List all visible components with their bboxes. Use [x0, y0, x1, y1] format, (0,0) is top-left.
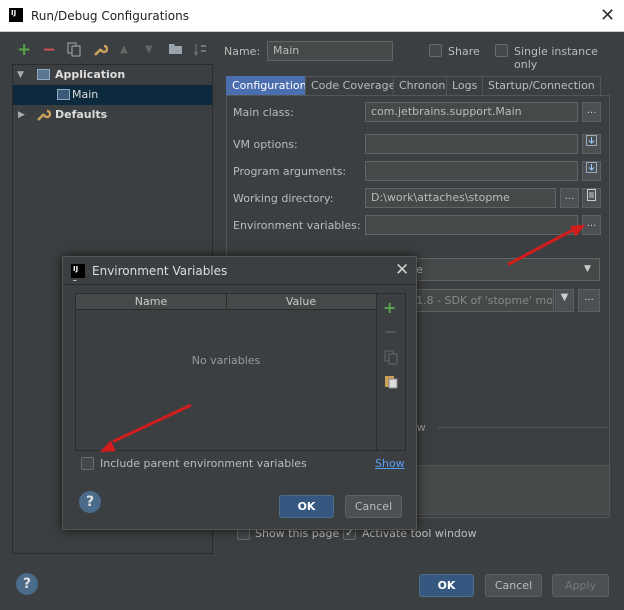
- help-icon[interactable]: ?: [79, 491, 101, 513]
- remove-icon[interactable]: −: [42, 42, 56, 59]
- tree-item-defaults[interactable]: ▶ Defaults: [13, 105, 212, 125]
- column-value[interactable]: Value: [226, 295, 376, 308]
- program-args-label: Program arguments:: [233, 165, 347, 178]
- main-class-label: Main class:: [233, 106, 294, 119]
- sort-icon[interactable]: [193, 42, 207, 60]
- cancel-button[interactable]: Cancel: [485, 574, 542, 597]
- remove-icon[interactable]: −: [384, 322, 397, 341]
- empty-text: No variables: [191, 354, 261, 367]
- dialog-ok-button[interactable]: OK: [279, 495, 334, 518]
- before-launch-list[interactable]: [405, 465, 610, 515]
- copy-icon[interactable]: [384, 350, 398, 368]
- vm-options-label: VM options:: [233, 138, 298, 151]
- show-link[interactable]: Show: [375, 457, 405, 470]
- single-instance-checkbox[interactable]: [495, 44, 508, 57]
- browse-main-class-button[interactable]: ...: [582, 102, 601, 122]
- env-vars-input[interactable]: [365, 215, 578, 235]
- vm-options-input[interactable]: [365, 134, 578, 154]
- share-label: Share: [448, 45, 480, 58]
- close-icon[interactable]: ✕: [395, 260, 409, 280]
- add-icon[interactable]: +: [17, 42, 31, 59]
- tree-label-main: Main: [72, 88, 99, 101]
- expand-arrow-icon[interactable]: ▼: [17, 65, 24, 85]
- window-title: Run/Debug Configurations: [31, 9, 189, 23]
- tree-label-defaults: Defaults: [55, 108, 108, 121]
- share-checkbox[interactable]: [429, 44, 442, 57]
- working-dir-input[interactable]: D:\work\attaches\stopme: [365, 188, 556, 208]
- env-vars-label: Environment variables:: [233, 219, 361, 232]
- window-titlebar: IJ _ Run/Debug Configurations ✕: [0, 0, 624, 32]
- tree-label-application: Application: [55, 68, 126, 81]
- single-instance-label: Single instance only: [514, 45, 598, 71]
- tab-startup-connection[interactable]: Startup/Connection: [482, 76, 601, 96]
- collapse-arrow-icon[interactable]: ▶: [18, 105, 25, 125]
- dialog-titlebar: IJ _ Environment Variables ✕: [63, 257, 416, 285]
- browse-working-dir-button[interactable]: ...: [560, 188, 579, 208]
- main-class-input[interactable]: com.jetbrains.support.Main: [365, 102, 578, 122]
- copy-icon[interactable]: [67, 42, 81, 60]
- module-select[interactable]: e: [410, 258, 600, 281]
- env-vars-dialog: IJ _ Environment Variables ✕ Name Value N…: [62, 256, 417, 530]
- name-input[interactable]: Main: [267, 41, 393, 61]
- divider: [438, 427, 608, 428]
- macros-icon[interactable]: [582, 188, 601, 208]
- paste-icon[interactable]: [384, 374, 398, 392]
- dialog-cancel-button[interactable]: Cancel: [345, 495, 402, 518]
- folder-icon[interactable]: [168, 42, 183, 58]
- expand-program-args-icon[interactable]: [582, 161, 601, 181]
- help-icon[interactable]: ?: [16, 573, 38, 595]
- wrench-icon[interactable]: [92, 42, 109, 60]
- move-down-icon[interactable]: ▼: [145, 42, 153, 58]
- include-parent-label: Include parent environment variables: [100, 457, 307, 470]
- intellij-icon: IJ _: [9, 8, 23, 25]
- tree-item-main[interactable]: Main: [13, 85, 212, 105]
- run-config-icon: [57, 89, 70, 100]
- intellij-icon: IJ _: [71, 264, 85, 281]
- include-parent-checkbox[interactable]: [81, 457, 94, 470]
- tree-item-application[interactable]: ▼ Application: [13, 65, 212, 85]
- tab-code-coverage[interactable]: Code Coverage: [305, 76, 402, 96]
- env-vars-table[interactable]: Name Value No variables: [75, 293, 377, 451]
- table-header: Name Value: [76, 294, 376, 310]
- program-args-input[interactable]: [365, 161, 578, 181]
- apply-button[interactable]: Apply: [552, 574, 609, 597]
- tab-configuration[interactable]: Configuration: [226, 76, 313, 96]
- dialog-title: Environment Variables: [92, 264, 228, 278]
- tab-logs[interactable]: Logs: [446, 76, 484, 96]
- tab-chronon[interactable]: Chronon: [393, 76, 452, 96]
- wrench-icon: [35, 108, 52, 129]
- table-toolbar: + −: [377, 293, 406, 451]
- move-up-icon[interactable]: ▲: [120, 42, 128, 58]
- column-name[interactable]: Name: [76, 295, 226, 308]
- jre-select[interactable]: 1.8 - SDK of 'stopme' module: [410, 289, 554, 312]
- add-icon[interactable]: +: [383, 298, 396, 317]
- chevron-down-icon[interactable]: ▼: [555, 289, 574, 312]
- browse-jre-button[interactable]: ...: [578, 289, 600, 312]
- chevron-down-icon[interactable]: ▼: [584, 264, 591, 274]
- close-icon[interactable]: ✕: [600, 5, 615, 26]
- working-dir-label: Working directory:: [233, 192, 334, 205]
- expand-vm-options-icon[interactable]: [582, 134, 601, 154]
- application-icon: [37, 69, 50, 80]
- ok-button[interactable]: OK: [419, 574, 474, 597]
- name-label: Name:: [224, 45, 261, 58]
